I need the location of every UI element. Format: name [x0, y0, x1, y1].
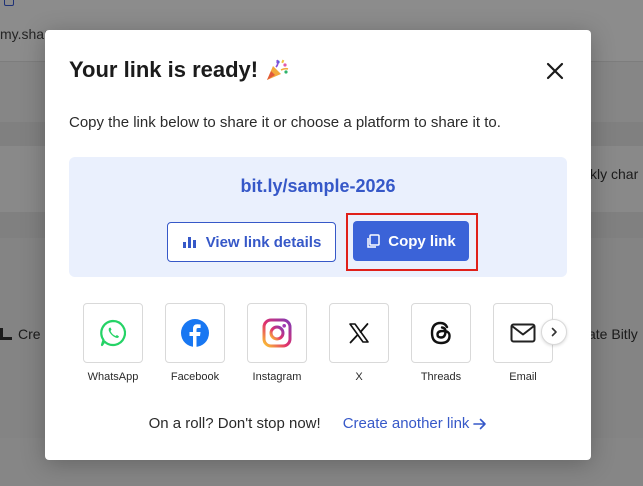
platform-instagram-label: Instagram [252, 371, 302, 383]
footer-text: On a roll? Don't stop now! [148, 415, 321, 432]
view-link-details-label: View link details [205, 233, 322, 251]
platform-facebook-label: Facebook [170, 371, 220, 383]
copy-link-label: Copy link [388, 232, 456, 250]
platform-whatsapp-label: WhatsApp [87, 371, 139, 383]
modal-title-text: Your link is ready! [69, 57, 259, 82]
platform-x-tile[interactable] [329, 303, 389, 363]
whatsapp-icon [100, 319, 127, 347]
view-link-details-button[interactable]: View link details [167, 222, 336, 262]
platform-threads-label: Threads [420, 371, 462, 383]
platform-x[interactable]: X [329, 303, 389, 383]
facebook-icon [181, 319, 209, 347]
platform-x-label: X [355, 371, 363, 383]
close-icon[interactable] [545, 61, 565, 81]
party-popper-icon [267, 59, 289, 80]
platform-facebook[interactable]: Facebook [165, 303, 225, 383]
modal-subtitle: Copy the link below to share it or choos… [69, 114, 501, 131]
platform-whatsapp[interactable]: WhatsApp [83, 303, 143, 383]
short-link[interactable]: bit.ly/sample-2026 [69, 176, 567, 197]
copy-icon [367, 233, 380, 248]
platform-whatsapp-tile[interactable] [83, 303, 143, 363]
share-platforms: WhatsApp Facebook Instagram X Threads Em… [83, 303, 563, 393]
modal-footer: On a roll? Don't stop now! Create anothe… [45, 415, 591, 432]
arrow-right-icon [473, 418, 487, 429]
share-link-modal: Your link is ready! Copy the link below … [45, 30, 591, 460]
x-icon [349, 323, 369, 344]
short-link-panel: bit.ly/sample-2026 View link details Cop… [69, 157, 567, 277]
platform-instagram-tile[interactable] [247, 303, 307, 363]
platform-instagram[interactable]: Instagram [247, 303, 307, 383]
bar-chart-icon [182, 237, 196, 248]
next-platforms-button[interactable] [541, 319, 567, 345]
create-another-link-button[interactable]: Create another link [343, 415, 488, 432]
copy-link-button[interactable]: Copy link [353, 221, 469, 261]
platform-email[interactable]: Email [493, 303, 553, 383]
modal-title: Your link is ready! [69, 57, 290, 83]
email-icon [510, 323, 536, 343]
platform-email-label: Email [509, 371, 537, 383]
platform-threads-tile[interactable] [411, 303, 471, 363]
chevron-right-icon [551, 327, 557, 337]
threads-icon [430, 321, 451, 345]
platform-threads[interactable]: Threads [411, 303, 471, 383]
create-another-link-label: Create another link [342, 415, 470, 432]
platform-facebook-tile[interactable] [165, 303, 225, 363]
instagram-icon [262, 318, 292, 348]
